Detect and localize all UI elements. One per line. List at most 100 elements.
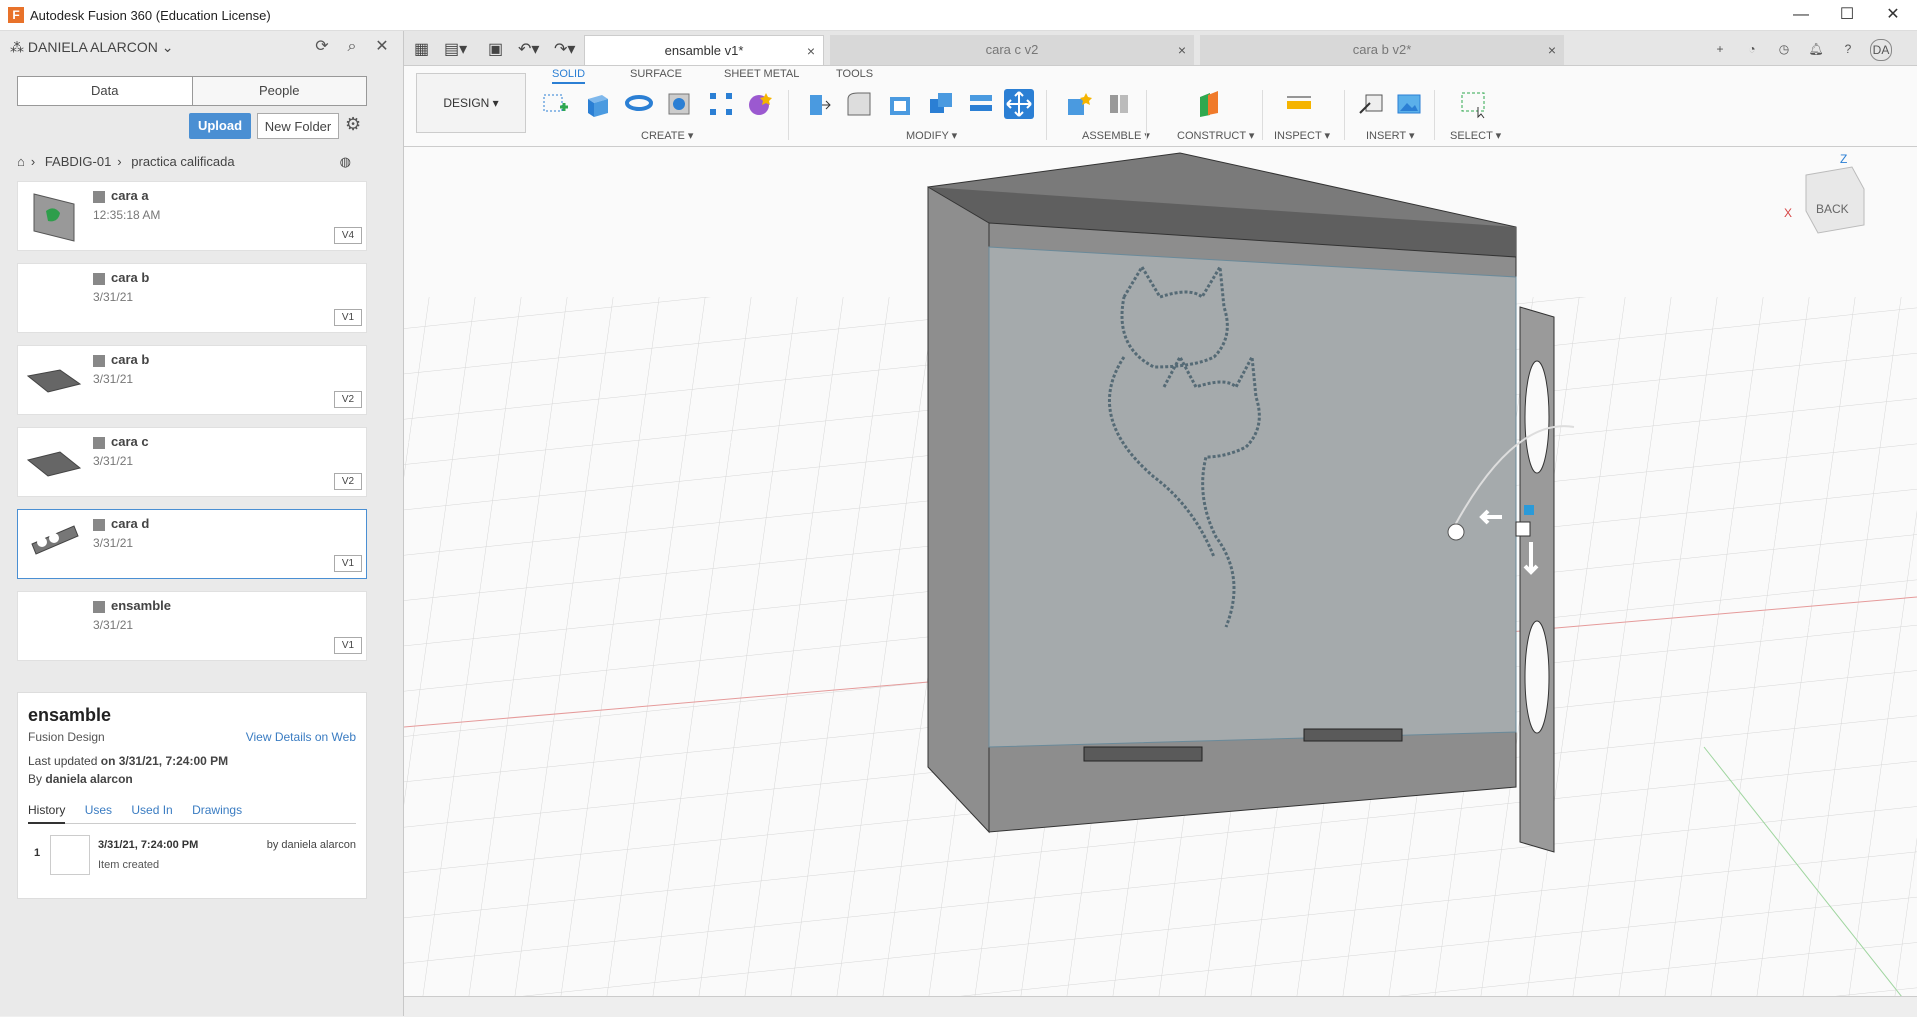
list-item[interactable]: cara d 3/31/21 V1: [17, 509, 367, 579]
undo-icon[interactable]: ↶▾: [518, 39, 539, 59]
tab-data[interactable]: Data: [18, 77, 193, 105]
combine-icon[interactable]: [926, 89, 956, 119]
revolve-icon[interactable]: [624, 89, 654, 119]
tab-solid[interactable]: SOLID: [552, 68, 586, 84]
tab-surface[interactable]: SURFACE: [630, 68, 682, 80]
create-group-label[interactable]: CREATE ▾: [641, 129, 693, 142]
version-dropdown[interactable]: V1: [334, 309, 362, 326]
create-sketch-icon[interactable]: [540, 89, 570, 119]
insert-group-label[interactable]: INSERT ▾: [1366, 129, 1415, 142]
history-datetime: 3/31/21, 7:24:00 PM: [98, 839, 199, 851]
version-dropdown[interactable]: V2: [334, 473, 362, 490]
construct-group-label[interactable]: CONSTRUCT ▾: [1177, 129, 1254, 142]
upload-button[interactable]: Upload: [189, 113, 251, 139]
breadcrumb-project[interactable]: FABDIG-01: [45, 154, 111, 169]
help-icon[interactable]: ?: [1838, 39, 1858, 59]
new-component-icon[interactable]: [1064, 89, 1094, 119]
version-dropdown[interactable]: V2: [334, 391, 362, 408]
press-pull-icon[interactable]: [804, 89, 834, 119]
history-row[interactable]: 1 3/31/21, 7:24:00 PM by daniela alarcon…: [28, 833, 356, 877]
model-canvas[interactable]: BACK Z X: [404, 147, 1917, 1016]
fusion-app-icon: F: [8, 7, 24, 23]
move-copy-icon[interactable]: [1004, 89, 1034, 119]
last-updated: Last updated on 3/31/21, 7:24:00 PM: [28, 754, 229, 768]
close-tab-icon[interactable]: ×: [807, 36, 815, 66]
measure-icon[interactable]: [1284, 89, 1314, 119]
list-item[interactable]: cara b 3/31/21 V1: [17, 263, 367, 333]
thumbnail-cara-c: [26, 451, 82, 477]
application-bar: ▦ ▤▾ ▣ ↶▾ ↷▾ ensamble v1* × cara c v2 × …: [404, 31, 1917, 66]
assemble-group-label[interactable]: ASSEMBLE ▾: [1082, 129, 1150, 142]
pattern-icon[interactable]: [706, 89, 736, 119]
hole-icon[interactable]: [664, 89, 694, 119]
job-status-icon[interactable]: ◷: [1774, 39, 1794, 59]
version-dropdown[interactable]: V4: [334, 227, 362, 244]
save-icon[interactable]: ▣: [488, 39, 503, 59]
shell-icon[interactable]: [886, 89, 916, 119]
details-title: ensamble: [28, 705, 112, 725]
offset-plane-icon[interactable]: [1194, 89, 1224, 119]
fillet-icon[interactable]: [844, 89, 874, 119]
minimize-button[interactable]: —: [1781, 4, 1821, 26]
breadcrumb-folder[interactable]: practica calificada: [131, 154, 234, 169]
breadcrumb: ⌂ › FABDIG-01 › practica calificada ◍: [17, 154, 351, 170]
search-icon[interactable]: ⌕: [342, 37, 362, 57]
tab-drawings[interactable]: Drawings: [192, 803, 242, 822]
grid-menu-icon[interactable]: ▦: [414, 39, 429, 59]
version-dropdown[interactable]: V1: [334, 555, 362, 572]
canvas-viewport[interactable]: BACK Z X: [404, 147, 1917, 1016]
avatar[interactable]: DA: [1870, 39, 1892, 61]
list-item[interactable]: cara c 3/31/21 V2: [17, 427, 367, 497]
insert-image-icon[interactable]: [1394, 89, 1424, 119]
tab-people[interactable]: People: [193, 77, 367, 105]
gear-icon[interactable]: ⚙: [345, 114, 361, 135]
tab-used-in[interactable]: Used In: [131, 803, 172, 822]
inspect-group-label[interactable]: INSPECT ▾: [1274, 129, 1330, 142]
refresh-icon[interactable]: ⟳: [312, 37, 332, 57]
list-item[interactable]: cara a 12:35:18 AM V4: [17, 181, 367, 251]
form-icon[interactable]: [744, 89, 774, 119]
view-details-link[interactable]: View Details on Web: [246, 730, 356, 744]
extensions-icon[interactable]: ◔: [1742, 39, 1762, 59]
joint-icon[interactable]: [1104, 89, 1134, 119]
user-menu[interactable]: ⁂ DANIELA ALARCON ⌄: [10, 39, 173, 56]
transparent-face[interactable]: [988, 246, 1517, 748]
notifications-icon[interactable]: 🔔︎: [1806, 39, 1826, 59]
file-menu-icon[interactable]: ▤▾: [444, 39, 467, 59]
close-panel-icon[interactable]: ✕: [372, 37, 392, 57]
tab-sheet-metal[interactable]: SHEET METAL: [724, 68, 799, 80]
home-icon[interactable]: ⌂: [17, 154, 25, 169]
file-name: cara a: [111, 188, 149, 203]
tab-ensamble[interactable]: ensamble v1* ×: [584, 35, 824, 65]
box-side-panel[interactable]: [927, 186, 990, 834]
version-dropdown[interactable]: V1: [334, 637, 362, 654]
extrude-icon[interactable]: [582, 89, 612, 119]
globe-icon[interactable]: ◍: [340, 154, 351, 170]
redo-icon[interactable]: ↷▾: [554, 39, 575, 59]
tab-history[interactable]: History: [28, 803, 66, 824]
workspace-switcher[interactable]: DESIGN ▾: [416, 73, 526, 133]
tab-cara-c[interactable]: cara c v2 ×: [830, 35, 1194, 65]
tab-uses[interactable]: Uses: [85, 803, 112, 822]
modify-group-label[interactable]: MODIFY ▾: [906, 129, 957, 142]
file-date: 3/31/21: [93, 290, 134, 304]
insert-derive-icon[interactable]: [1356, 89, 1386, 119]
select-group-label[interactable]: SELECT ▾: [1450, 129, 1501, 142]
close-tab-icon[interactable]: ×: [1548, 35, 1556, 65]
align-icon[interactable]: [966, 89, 996, 119]
list-item[interactable]: cara b 3/31/21 V2: [17, 345, 367, 415]
viewcube[interactable]: BACK Z X: [1784, 152, 1865, 234]
tab-cara-b[interactable]: cara b v2* ×: [1200, 35, 1564, 65]
chevron-down-icon: ⌄: [157, 39, 174, 55]
close-window-button[interactable]: ✕: [1873, 4, 1913, 26]
new-tab-icon[interactable]: +: [1710, 39, 1730, 59]
select-window-icon[interactable]: [1458, 89, 1488, 119]
close-tab-icon[interactable]: ×: [1178, 35, 1186, 65]
box-assembly[interactable]: [927, 152, 1555, 853]
tab-label: cara b v2*: [1352, 42, 1412, 57]
tab-tools[interactable]: TOOLS: [836, 68, 873, 80]
list-item[interactable]: ensamble 3/31/21 V1: [17, 591, 367, 661]
new-folder-button[interactable]: New Folder: [257, 113, 339, 139]
history-action: Item created: [98, 859, 160, 871]
maximize-button[interactable]: ☐: [1827, 4, 1867, 26]
